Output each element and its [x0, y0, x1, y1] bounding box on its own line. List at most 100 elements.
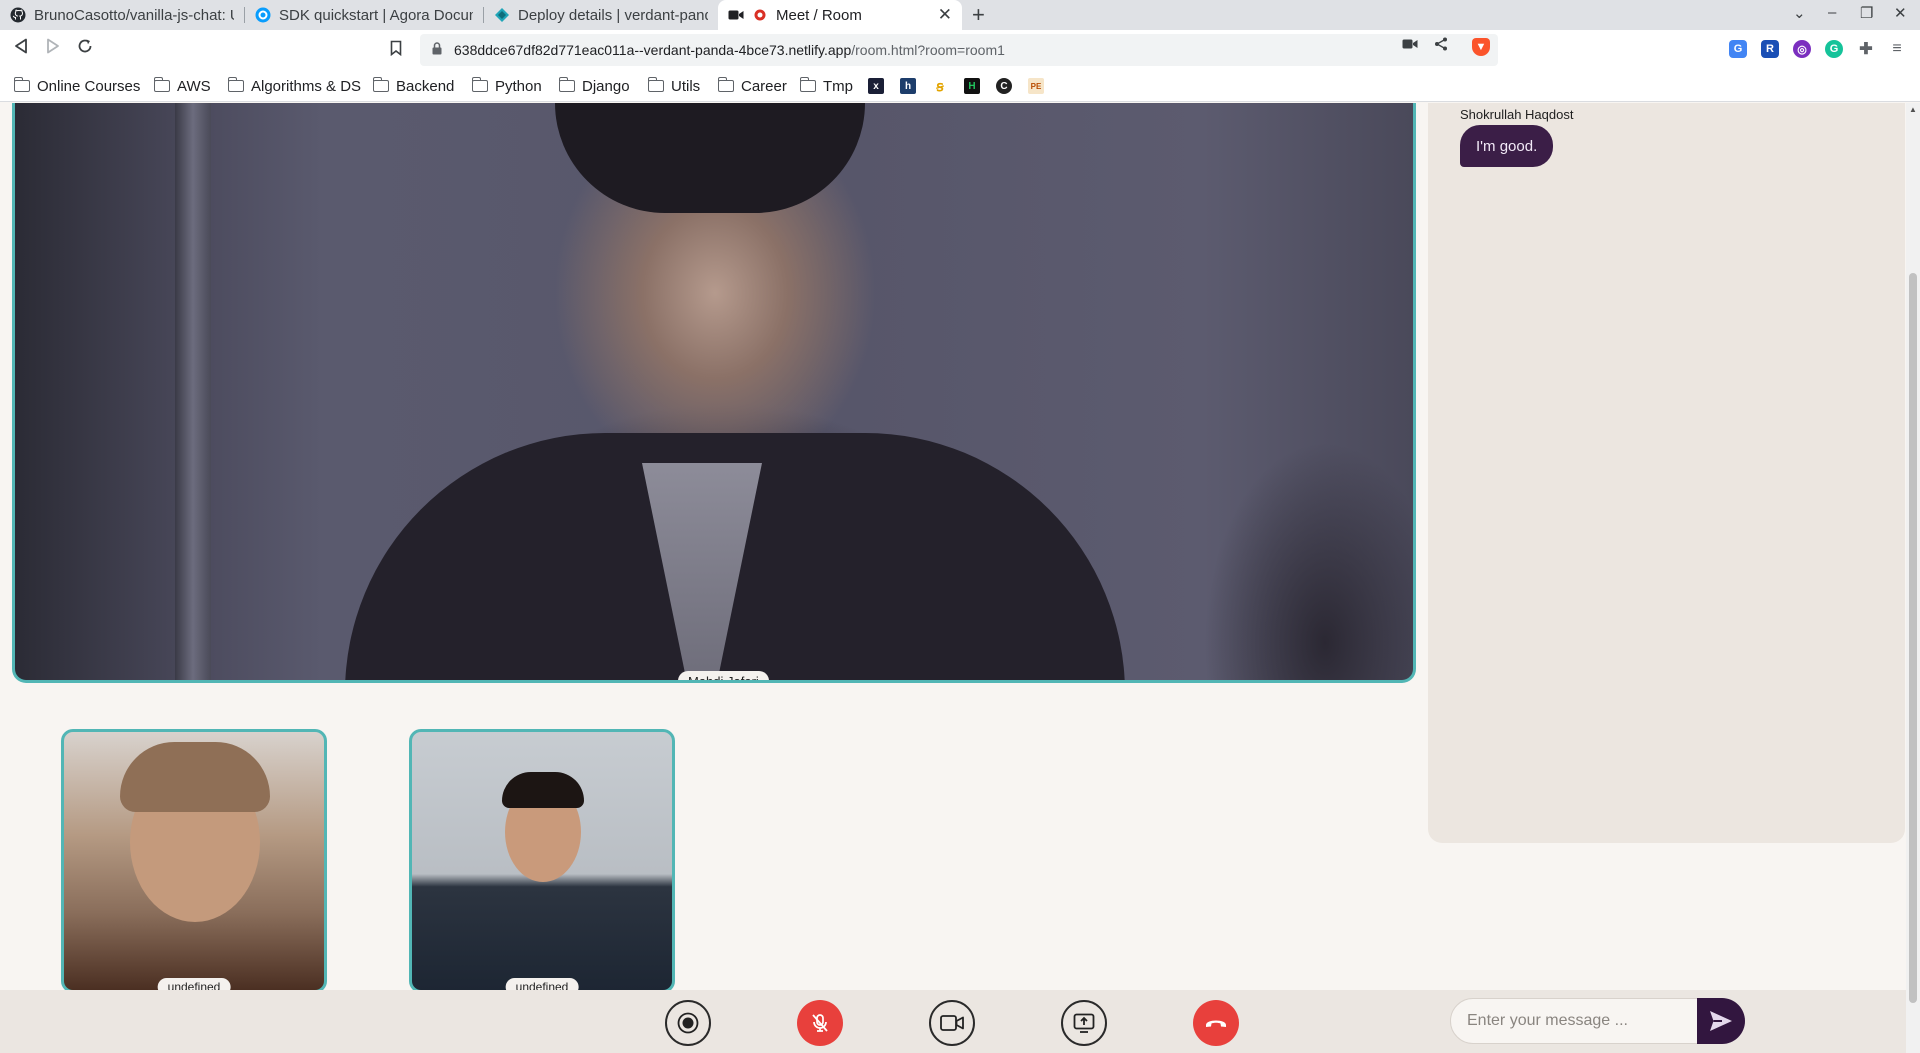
tab-title: Meet / Room [776, 6, 862, 24]
send-message-button[interactable] [1697, 998, 1745, 1044]
bookmark-folder[interactable]: Python [471, 75, 542, 97]
close-tab-icon[interactable]: ✕ [938, 5, 952, 25]
tab-agora[interactable]: SDK quickstart | Agora Documen [245, 0, 483, 30]
camera-toggle-button[interactable] [929, 1000, 975, 1046]
record-icon [677, 1012, 699, 1034]
chat-message-sender: Shokrullah Haqdost [1460, 107, 1574, 122]
chat-message-bubble: I'm good. [1460, 125, 1554, 167]
video-figure [555, 103, 865, 213]
extensions-puzzle-icon[interactable]: ✚ [1857, 40, 1875, 58]
bookmark-label: Backend [396, 77, 455, 95]
bookmark-h-icon[interactable]: h [900, 78, 916, 94]
folder-icon [717, 77, 734, 92]
bookmark-label: AWS [177, 77, 211, 95]
tab-title: SDK quickstart | Agora Documen [279, 6, 473, 24]
forward-icon[interactable] [46, 38, 60, 59]
bookmark-label: Algorithms & DS [251, 77, 362, 95]
bookmark-pe-icon[interactable]: PE [1028, 78, 1044, 94]
video-camera-icon [940, 1015, 964, 1031]
bookmark-folder[interactable]: Backend [372, 75, 455, 97]
hang-up-icon [1206, 1020, 1226, 1027]
lock-icon [432, 42, 442, 58]
scroll-up-icon[interactable]: ▲ [1909, 105, 1917, 114]
call-control-bar [0, 990, 1906, 1053]
folder-icon [471, 77, 488, 92]
bookmark-folder[interactable]: AWS [153, 75, 211, 97]
bookmark-c-icon[interactable]: C [996, 78, 1012, 94]
scroll-thumb[interactable] [1909, 273, 1917, 1003]
minimize-icon[interactable]: – [1828, 4, 1836, 21]
browser-toolbar: 638ddce67df82d771eac011a--verdant-panda-… [0, 30, 1920, 70]
address-bar[interactable]: 638ddce67df82d771eac011a--verdant-panda-… [420, 34, 1498, 66]
tab-search-icon[interactable]: ⌄ [1793, 4, 1806, 22]
agora-icon [255, 7, 271, 23]
bookmark-icon[interactable] [390, 40, 402, 61]
bookmark-hackerrank-icon[interactable]: H [964, 78, 980, 94]
folder-icon [227, 77, 244, 92]
bookmark-folder[interactable]: Online Courses [13, 75, 141, 97]
chat-panel: Shokrullah Haqdost I'm good. [1428, 103, 1905, 843]
bookmark-label: Online Courses [37, 77, 141, 95]
folder-icon [799, 77, 816, 92]
tab-meet-room[interactable]: Meet / Room ✕ [718, 0, 962, 30]
page-scrollbar[interactable]: ▲ [1906, 103, 1920, 1053]
video-figure [120, 742, 270, 812]
menu-icon[interactable]: ≡ [1888, 40, 1906, 58]
camera-icon [728, 7, 744, 23]
bookmark-folder[interactable]: Career [717, 75, 787, 97]
chat-message-input[interactable] [1450, 998, 1710, 1044]
recording-dot-icon [752, 7, 768, 23]
bookmarks-bar: Online Courses AWS Algorithms & DS Backe… [0, 70, 1920, 102]
bookmark-folder[interactable]: Django [558, 75, 630, 97]
bookmark-label: Career [741, 77, 787, 95]
tab-title: BrunoCasotto/vanilla-js-chat: U [34, 6, 234, 24]
share-icon[interactable] [1434, 37, 1448, 55]
bookmark-label: Python [495, 77, 542, 95]
folder-icon [558, 77, 575, 92]
mute-mic-button[interactable] [797, 1000, 843, 1046]
github-icon [10, 7, 26, 23]
screen-share-button[interactable] [1061, 1000, 1107, 1046]
send-icon [1710, 1011, 1732, 1031]
participant-video-1[interactable]: undefined [61, 729, 327, 993]
folder-icon [153, 77, 170, 92]
folder-icon [13, 77, 30, 92]
back-icon[interactable] [14, 38, 28, 59]
tab-netlify[interactable]: Deploy details | verdant-panda- [484, 0, 718, 30]
tab-title: Deploy details | verdant-panda- [518, 6, 708, 24]
color-extension-icon[interactable]: ◎ [1793, 40, 1811, 58]
bookmark-label: Tmp [823, 77, 853, 95]
brave-shields-icon[interactable]: ▼ [1472, 38, 1490, 56]
bookmark-x-icon[interactable]: x [868, 78, 884, 94]
bookmark-label: Django [582, 77, 630, 95]
main-speaker-name: Mahdi Jafari [678, 671, 769, 680]
grammarly-icon[interactable]: G [1825, 40, 1843, 58]
video-background [175, 103, 211, 680]
reload-icon[interactable] [77, 38, 93, 59]
url-path: /room.html?room=room1 [851, 42, 1005, 58]
translate-extension-icon[interactable]: G [1729, 40, 1747, 58]
tab-github[interactable]: BrunoCasotto/vanilla-js-chat: U [0, 0, 244, 30]
mic-off-icon [812, 1014, 828, 1032]
folder-icon [647, 77, 664, 92]
folder-icon [372, 77, 389, 92]
video-figure [502, 772, 584, 808]
participant-video-2[interactable]: undefined [409, 729, 675, 993]
camera-permission-icon[interactable] [1402, 37, 1418, 54]
record-button[interactable] [665, 1000, 711, 1046]
leave-call-button[interactable] [1193, 1000, 1239, 1046]
bookmark-folder[interactable]: Utils [647, 75, 701, 97]
close-window-icon[interactable]: ✕ [1894, 4, 1907, 22]
reader-extension-icon[interactable]: R [1761, 40, 1779, 58]
netlify-icon [494, 7, 510, 23]
bookmark-folder[interactable]: Tmp [799, 75, 853, 97]
screen-share-icon [1073, 1013, 1095, 1033]
bookmark-leetcode-icon[interactable]: ꞩ [932, 78, 948, 94]
main-video-stage[interactable]: Mahdi Jafari [12, 103, 1416, 683]
new-tab-icon[interactable]: + [972, 2, 985, 28]
url-host: 638ddce67df82d771eac011a--verdant-panda-… [454, 42, 852, 58]
browser-tab-bar: BrunoCasotto/vanilla-js-chat: U SDK quic… [0, 0, 1920, 30]
restore-icon[interactable]: ❐ [1860, 4, 1873, 22]
bookmark-label: Utils [671, 77, 701, 95]
bookmark-folder[interactable]: Algorithms & DS [227, 75, 362, 97]
